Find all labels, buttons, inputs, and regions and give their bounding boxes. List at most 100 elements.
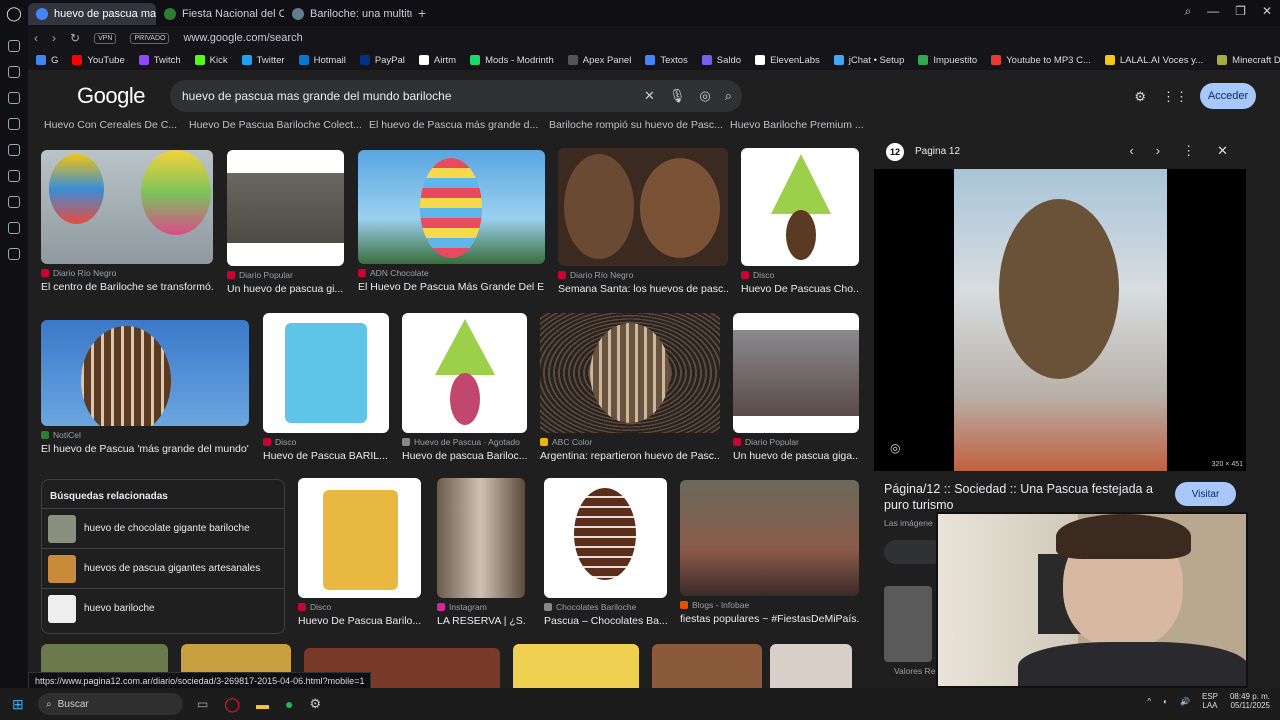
related-item[interactable]: huevo bariloche [42, 588, 284, 628]
caption[interactable]: Huevo De Pascua Bariloche Colect... [189, 119, 369, 131]
result-image[interactable] [680, 480, 859, 596]
extensions-icon[interactable] [8, 222, 20, 234]
tab-fiesta-chocolate[interactable]: Fiesta Nacional del Choc [156, 3, 284, 25]
sign-in-button[interactable]: Acceder [1200, 83, 1256, 109]
image-result[interactable]: Blogs - Infobae fiestas populares ~ #Fie… [680, 480, 859, 625]
opera-gx-icon[interactable]: ◯ [224, 696, 240, 713]
visit-button[interactable]: Visitar [1175, 482, 1236, 506]
app-icon[interactable]: ⚙ [309, 696, 321, 712]
bookmark-item[interactable]: Youtube to MP3 C... [991, 55, 1091, 66]
lens-search-icon[interactable]: ◎ [890, 441, 900, 455]
image-result[interactable]: Chocolates Bariloche Pascua – Chocolates… [544, 478, 667, 627]
x-twitter-icon[interactable] [8, 170, 20, 182]
search-icon[interactable]: ⌕ [725, 88, 732, 104]
clear-icon[interactable]: ✕ [644, 88, 655, 104]
bookmark-item[interactable]: Hotmail [298, 55, 346, 66]
file-explorer-icon[interactable]: ▬ [256, 697, 269, 712]
result-image[interactable] [652, 644, 762, 688]
bookmark-item[interactable]: jChat • Setup [833, 55, 904, 66]
news-icon[interactable] [8, 92, 20, 104]
network-icon[interactable]: ◐ [1163, 697, 1168, 706]
settings-gear-icon[interactable]: ⚙ [1134, 89, 1146, 105]
result-image[interactable] [733, 313, 859, 433]
bookmark-item[interactable]: Twitch [138, 55, 181, 66]
related-item[interactable]: huevos de pascua gigantes artesanales [42, 548, 284, 588]
maximize-icon[interactable]: ❐ [1235, 4, 1246, 19]
panel-source[interactable]: Pagina 12 [915, 146, 960, 157]
task-view-icon[interactable]: ▭ [197, 697, 208, 711]
result-image[interactable] [513, 644, 639, 688]
image-result[interactable]: Huevo de Pascua · Agotado Huevo de pascu… [402, 313, 527, 462]
image-result[interactable]: NotiCel El huevo de Pascua 'más grande d… [41, 320, 249, 455]
preview-image-area[interactable]: ◎ 320 × 451 [874, 169, 1246, 471]
bookmark-item[interactable]: Minecraft Disconti... [1217, 55, 1280, 66]
result-image[interactable] [770, 644, 852, 688]
microphone-icon[interactable]: 🎙 [669, 88, 686, 104]
taskbar-search[interactable]: ⌕ Buscar [38, 693, 183, 715]
image-result[interactable]: Disco Huevo de Pascua BARIL... [263, 313, 389, 462]
reload-icon[interactable]: ↻ [70, 31, 80, 45]
result-image[interactable] [402, 313, 527, 433]
bookmark-item[interactable]: Twitter [241, 55, 285, 66]
url-field[interactable]: www.google.com/search [183, 32, 302, 44]
next-icon[interactable]: › [1156, 143, 1160, 159]
result-image[interactable] [558, 148, 728, 266]
bookmark-item[interactable]: Apex Panel [567, 55, 631, 66]
image-result[interactable]: Disco Huevo De Pascuas Cho... [741, 148, 859, 295]
bookmark-item[interactable]: YouTube [72, 55, 125, 66]
opera-logo-icon[interactable]: ◯ [0, 5, 28, 22]
bookmark-item[interactable]: Textos [645, 55, 688, 66]
result-image[interactable] [540, 313, 720, 433]
show-hidden-icons[interactable]: ^ [1147, 697, 1151, 706]
apps-grid-icon[interactable]: ⋮⋮ [1162, 89, 1188, 105]
search-input[interactable]: huevo de pascua mas grande del mundo bar… [170, 80, 742, 112]
close-window-icon[interactable]: ✕ [1262, 4, 1272, 19]
previous-icon[interactable]: ‹ [1129, 143, 1133, 159]
result-image[interactable] [263, 313, 389, 433]
clock[interactable]: 08:49 p. m. 05/11/2025 [1230, 692, 1270, 710]
forward-icon[interactable]: › [52, 31, 56, 45]
result-image[interactable] [544, 478, 667, 598]
image-result[interactable]: Diario Popular Un huevo de pascua giga..… [733, 313, 859, 462]
image-result[interactable]: Diario Río Negro El centro de Bariloche … [41, 150, 213, 293]
image-result[interactable]: ABC Color Argentina: repartieron huevo d… [540, 313, 720, 462]
search-query[interactable]: huevo de pascua mas grande del mundo bar… [182, 89, 452, 103]
panel-action-button[interactable] [884, 540, 944, 564]
caption[interactable]: Bariloche rompió su huevo de Pasc... [549, 119, 730, 131]
caption[interactable]: Huevo Bariloche Premium ... [730, 119, 870, 131]
close-panel-icon[interactable]: ✕ [1217, 143, 1228, 159]
new-tab-icon[interactable]: + [418, 5, 426, 21]
caption[interactable]: Huevo Con Cereales De C... [44, 119, 189, 131]
back-icon[interactable]: ‹ [34, 31, 38, 45]
result-image[interactable] [41, 150, 213, 264]
bookmark-item[interactable]: G [36, 55, 58, 66]
lens-icon[interactable]: ◎ [699, 88, 710, 104]
result-image[interactable] [741, 148, 859, 266]
more-options-icon[interactable]: ⋮ [1182, 143, 1195, 159]
language-indicator[interactable]: ESP LAA [1202, 692, 1218, 710]
result-image[interactable] [41, 320, 249, 426]
volume-icon[interactable]: 🔊 [1180, 697, 1190, 706]
google-logo[interactable]: Google [77, 83, 145, 109]
image-result[interactable]: Diario Río Negro Semana Santa: los huevo… [558, 148, 728, 295]
vpn-badge[interactable]: VPN [94, 32, 117, 44]
tab-bariloche[interactable]: Bariloche: una multitud d [284, 3, 412, 25]
related-thumb[interactable] [884, 586, 932, 662]
preview-image[interactable] [954, 169, 1167, 471]
preview-title[interactable]: Página/12 :: Sociedad :: Una Pascua fest… [884, 481, 1164, 513]
twitch-icon[interactable] [8, 144, 20, 156]
image-result[interactable]: Instagram LA RESERVA | ¿S... [437, 478, 525, 627]
result-image[interactable] [358, 150, 545, 264]
settings-icon[interactable] [8, 248, 20, 260]
search-tabs-icon[interactable]: ⌕ [1184, 4, 1191, 19]
flow-icon[interactable] [8, 66, 20, 78]
caption[interactable]: El huevo de Pascua más grande d... [369, 119, 549, 131]
bookmark-item[interactable]: PayPal [359, 55, 405, 66]
spotify-icon[interactable]: ● [285, 696, 293, 712]
bookmark-item[interactable]: Kick [194, 55, 228, 66]
bookmark-item[interactable]: LALAL.AI Voces y... [1104, 55, 1203, 66]
messenger-icon[interactable] [8, 118, 20, 130]
bookmark-item[interactable]: Airtm [418, 55, 456, 66]
tab-google-search[interactable]: huevo de pascua mas gra ✕ [28, 3, 156, 25]
speed-dial-icon[interactable] [8, 40, 20, 52]
